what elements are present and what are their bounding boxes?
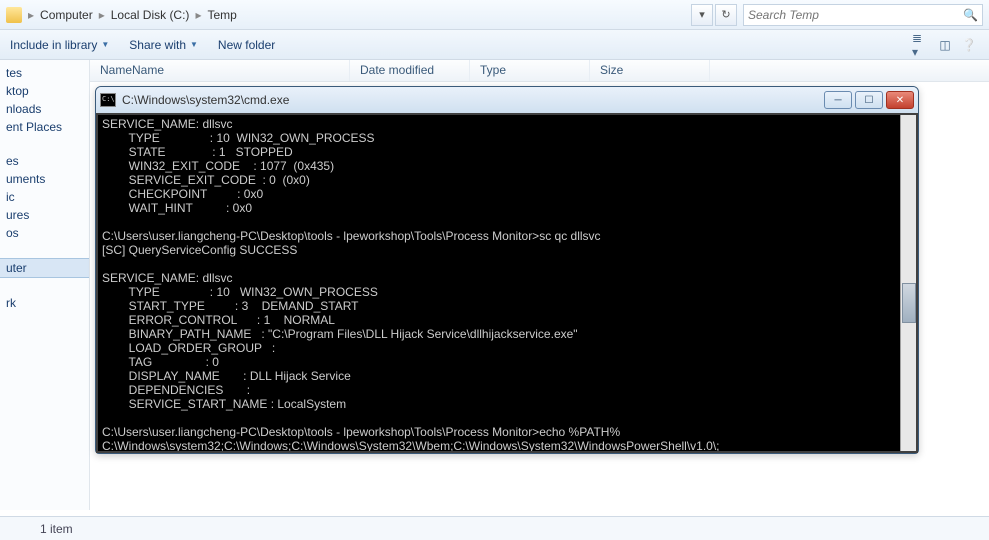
search-input[interactable] bbox=[748, 8, 963, 22]
newfolder-label: New folder bbox=[218, 38, 275, 52]
breadcrumb-drive[interactable]: Local Disk (C:) bbox=[107, 8, 194, 22]
col-modified[interactable]: Date modified bbox=[350, 60, 470, 81]
share-label: Share with bbox=[129, 38, 186, 52]
sidebar-item[interactable]: nloads bbox=[0, 100, 89, 118]
column-headers: NameName Date modified Type Size bbox=[90, 60, 989, 82]
scrollbar-thumb[interactable] bbox=[902, 283, 916, 323]
maximize-button[interactable]: ☐ bbox=[855, 91, 883, 109]
include-in-library[interactable]: Include in library ▼ bbox=[10, 38, 109, 52]
status-bar: 1 item bbox=[0, 516, 989, 540]
col-name[interactable]: NameName bbox=[90, 60, 350, 81]
command-bar: Include in library ▼ Share with ▼ New fo… bbox=[0, 30, 989, 60]
cmd-titlebar[interactable]: C:\Windows\system32\cmd.exe ─ ☐ ✕ bbox=[96, 87, 918, 113]
sidebar-item[interactable]: ktop bbox=[0, 82, 89, 100]
cmd-title-text: C:\Windows\system32\cmd.exe bbox=[122, 93, 824, 107]
sidebar-item[interactable]: ic bbox=[0, 188, 89, 206]
new-folder[interactable]: New folder bbox=[218, 38, 275, 52]
help-button[interactable]: ❔ bbox=[959, 35, 979, 55]
sidebar-item-computer[interactable]: uter bbox=[0, 258, 89, 278]
chevron-right-icon[interactable]: ▸ bbox=[26, 8, 36, 22]
preview-pane[interactable]: ◫ bbox=[935, 35, 955, 55]
col-type[interactable]: Type bbox=[470, 60, 590, 81]
breadcrumb-folder[interactable]: Temp bbox=[203, 8, 240, 22]
history-dropdown[interactable]: ▾ bbox=[691, 4, 713, 26]
highlighted-path: ;C:\Temp bbox=[290, 452, 344, 453]
chevron-down-icon: ▼ bbox=[101, 40, 109, 49]
search-icon[interactable]: 🔍 bbox=[963, 8, 978, 22]
chevron-right-icon[interactable]: ▸ bbox=[97, 8, 107, 22]
sidebar-item[interactable]: os bbox=[0, 224, 89, 242]
sidebar-item[interactable]: es bbox=[0, 152, 89, 170]
breadcrumb-computer[interactable]: Computer bbox=[36, 8, 97, 22]
item-count: 1 item bbox=[40, 522, 73, 536]
view-options[interactable]: ≣ ▾ bbox=[911, 35, 931, 55]
refresh-button[interactable]: ↻ bbox=[715, 4, 737, 26]
chevron-right-icon[interactable]: ▸ bbox=[193, 8, 203, 22]
chevron-down-icon: ▼ bbox=[190, 40, 198, 49]
search-box[interactable]: 🔍 bbox=[743, 4, 983, 26]
sidebar-item[interactable]: ures bbox=[0, 206, 89, 224]
sidebar-item[interactable]: rk bbox=[0, 294, 89, 312]
navigation-pane: tes ktop nloads ent Places es uments ic … bbox=[0, 60, 90, 510]
include-label: Include in library bbox=[10, 38, 97, 52]
cmd-icon bbox=[100, 93, 116, 107]
cmd-window[interactable]: C:\Windows\system32\cmd.exe ─ ☐ ✕ SERVIC… bbox=[95, 86, 919, 454]
cmd-console[interactable]: SERVICE_NAME: dllsvc TYPE : 10 WIN32_OWN… bbox=[96, 113, 918, 453]
col-size[interactable]: Size bbox=[590, 60, 710, 81]
close-button[interactable]: ✕ bbox=[886, 91, 914, 109]
folder-icon bbox=[6, 7, 22, 23]
minimize-button[interactable]: ─ bbox=[824, 91, 852, 109]
file-list-area: NameName Date modified Type Size output.… bbox=[90, 60, 989, 510]
sidebar-item[interactable]: ent Places bbox=[0, 118, 89, 136]
scrollbar[interactable] bbox=[900, 115, 916, 451]
address-bar: ▸ Computer ▸ Local Disk (C:) ▸ Temp ▾ ↻ … bbox=[0, 0, 989, 30]
sidebar-item[interactable]: uments bbox=[0, 170, 89, 188]
sidebar-item[interactable]: tes bbox=[0, 64, 89, 82]
share-with[interactable]: Share with ▼ bbox=[129, 38, 198, 52]
